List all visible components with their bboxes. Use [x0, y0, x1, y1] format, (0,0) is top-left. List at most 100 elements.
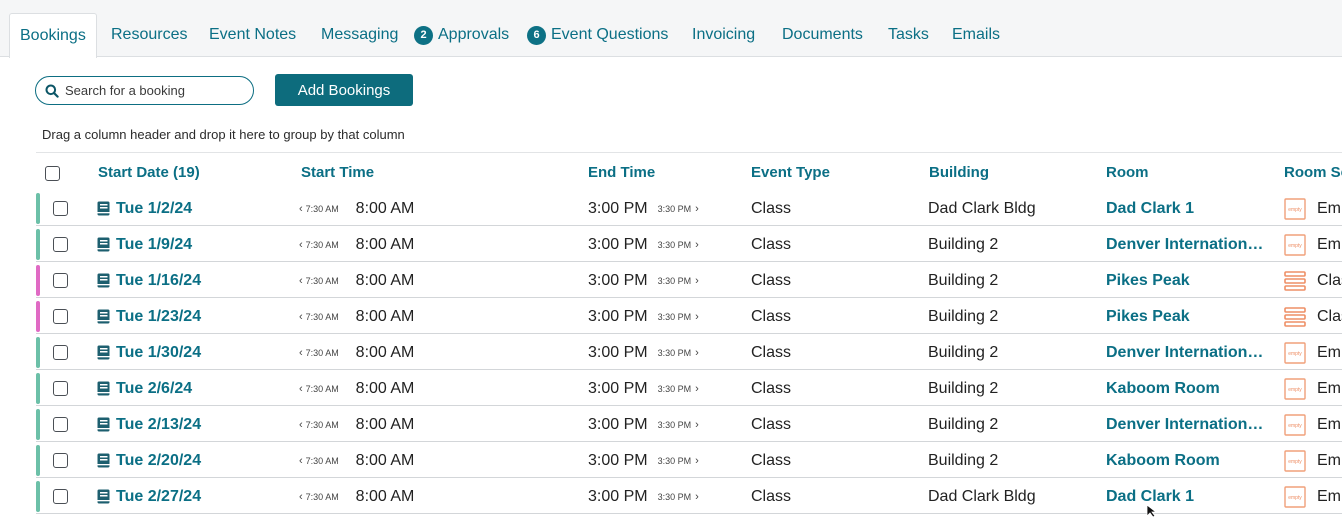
svg-text:empty: empty	[1288, 387, 1302, 393]
booking-date-link[interactable]: Tue 2/20/24	[97, 444, 201, 477]
chevron-left-icon[interactable]: ‹	[299, 203, 303, 215]
column-header-start-time[interactable]: Start Time	[301, 164, 374, 181]
next-end-time[interactable]: 3:30 PM	[658, 276, 692, 286]
previous-start-time[interactable]: 7:30 AM	[306, 420, 351, 430]
chevron-right-icon[interactable]: ›	[695, 203, 699, 215]
table-row[interactable]: Tue 1/2/24 ‹ 7:30 AM 8:00 AM 3:00 PM 3:30 PM ›…	[36, 192, 1342, 226]
room-link[interactable]: Denver Internation…	[1106, 408, 1263, 441]
chevron-right-icon[interactable]: ›	[695, 239, 699, 251]
tab-event-notes[interactable]: Event Notes	[209, 13, 296, 57]
add-bookings-button[interactable]: Add Bookings	[275, 74, 413, 106]
tab-approvals[interactable]: 2 Approvals	[414, 13, 509, 57]
previous-start-time[interactable]: 7:30 AM	[306, 240, 351, 250]
chevron-left-icon[interactable]: ‹	[299, 383, 303, 395]
table-row[interactable]: Tue 1/16/24 ‹ 7:30 AM 8:00 AM 3:00 PM 3:30 PM…	[36, 264, 1342, 298]
room-link[interactable]: Pikes Peak	[1106, 300, 1190, 333]
previous-start-time[interactable]: 7:30 AM	[306, 348, 351, 358]
chevron-left-icon[interactable]: ‹	[299, 239, 303, 251]
row-checkbox[interactable]	[53, 237, 68, 252]
room-link[interactable]: Kaboom Room	[1106, 444, 1220, 477]
room-link[interactable]: Denver Internation…	[1106, 228, 1263, 261]
classroom-setup-icon	[1284, 306, 1306, 327]
previous-start-time[interactable]: 7:30 AM	[306, 276, 351, 286]
next-end-time[interactable]: 3:30 PM	[658, 420, 692, 430]
table-row[interactable]: Tue 2/20/24 ‹ 7:30 AM 8:00 AM 3:00 PM 3:30 PM…	[36, 444, 1342, 478]
room-link[interactable]: Dad Clark 1	[1106, 192, 1194, 225]
chevron-left-icon[interactable]: ‹	[299, 347, 303, 359]
next-end-time[interactable]: 3:30 PM	[658, 384, 692, 394]
chevron-right-icon[interactable]: ›	[695, 455, 699, 467]
select-all-checkbox[interactable]	[45, 166, 60, 181]
table-row[interactable]: Tue 2/6/24 ‹ 7:30 AM 8:00 AM 3:00 PM 3:30 PM ›…	[36, 372, 1342, 406]
chevron-left-icon[interactable]: ‹	[299, 311, 303, 323]
tab-emails[interactable]: Emails	[952, 13, 1000, 57]
booking-date-link[interactable]: Tue 1/9/24	[97, 228, 192, 261]
booking-date-link[interactable]: Tue 2/6/24	[97, 372, 192, 405]
tab-invoicing[interactable]: Invoicing	[692, 13, 755, 57]
booking-date-link[interactable]: Tue 1/30/24	[97, 336, 201, 369]
previous-start-time[interactable]: 7:30 AM	[306, 312, 351, 322]
next-end-time[interactable]: 3:30 PM	[658, 204, 692, 214]
previous-start-time[interactable]: 7:30 AM	[306, 204, 351, 214]
chevron-right-icon[interactable]: ›	[695, 419, 699, 431]
booking-date: Tue 1/23/24	[116, 307, 202, 325]
row-checkbox[interactable]	[53, 417, 68, 432]
group-by-drop-zone[interactable]: Drag a column header and drop it here to…	[42, 127, 405, 142]
start-time: 8:00 AM	[355, 199, 415, 217]
booking-date-link[interactable]: Tue 1/23/24	[97, 300, 201, 333]
booking-date-link[interactable]: Tue 1/2/24	[97, 192, 192, 225]
tab-bookings[interactable]: Bookings	[9, 13, 97, 58]
row-checkbox[interactable]	[53, 201, 68, 216]
tab-messaging[interactable]: Messaging	[321, 13, 398, 57]
chevron-left-icon[interactable]: ‹	[299, 455, 303, 467]
tab-event-questions[interactable]: 6 Event Questions	[527, 13, 668, 57]
tab-tasks[interactable]: Tasks	[888, 13, 929, 57]
tab-label: Resources	[111, 26, 188, 43]
row-checkbox[interactable]	[53, 345, 68, 360]
previous-start-time[interactable]: 7:30 AM	[306, 492, 351, 502]
tab-bar: Bookings Resources Event Notes Messaging…	[0, 0, 1342, 58]
booking-date: Tue 1/2/24	[116, 199, 193, 217]
row-checkbox[interactable]	[53, 309, 68, 324]
chevron-right-icon[interactable]: ›	[695, 491, 699, 503]
booking-date-link[interactable]: Tue 2/13/24	[97, 408, 201, 441]
column-header-end-time[interactable]: End Time	[588, 164, 655, 181]
booking-search-box[interactable]	[35, 76, 254, 105]
chevron-left-icon[interactable]: ‹	[299, 491, 303, 503]
next-end-time[interactable]: 3:30 PM	[658, 348, 692, 358]
next-end-time[interactable]: 3:30 PM	[658, 492, 692, 502]
chevron-right-icon[interactable]: ›	[695, 347, 699, 359]
room-link[interactable]: Denver Internation…	[1106, 336, 1263, 369]
building: Building 2	[928, 271, 999, 289]
column-header-start-date[interactable]: Start Date (19)	[98, 164, 200, 181]
table-row[interactable]: Tue 1/30/24 ‹ 7:30 AM 8:00 AM 3:00 PM 3:30 PM…	[36, 336, 1342, 370]
chevron-right-icon[interactable]: ›	[695, 383, 699, 395]
chevron-right-icon[interactable]: ›	[695, 311, 699, 323]
table-row[interactable]: Tue 1/23/24 ‹ 7:30 AM 8:00 AM 3:00 PM 3:30 PM…	[36, 300, 1342, 334]
booking-date-link[interactable]: Tue 1/16/24	[97, 264, 201, 297]
table-row[interactable]: Tue 2/13/24 ‹ 7:30 AM 8:00 AM 3:00 PM 3:30 PM…	[36, 408, 1342, 442]
row-checkbox[interactable]	[53, 453, 68, 468]
room-link[interactable]: Pikes Peak	[1106, 264, 1190, 297]
chevron-left-icon[interactable]: ‹	[299, 419, 303, 431]
row-checkbox[interactable]	[53, 273, 68, 288]
column-header-event-type[interactable]: Event Type	[751, 164, 830, 181]
room-link[interactable]: Kaboom Room	[1106, 372, 1220, 405]
row-checkbox[interactable]	[53, 489, 68, 504]
previous-start-time[interactable]: 7:30 AM	[306, 384, 351, 394]
chevron-right-icon[interactable]: ›	[695, 275, 699, 287]
previous-start-time[interactable]: 7:30 AM	[306, 456, 351, 466]
next-end-time[interactable]: 3:30 PM	[658, 456, 692, 466]
column-header-room[interactable]: Room	[1106, 164, 1149, 181]
column-header-room-setup[interactable]: Room Se	[1284, 164, 1342, 181]
tab-resources[interactable]: Resources	[111, 13, 187, 57]
row-checkbox[interactable]	[53, 381, 68, 396]
chevron-left-icon[interactable]: ‹	[299, 275, 303, 287]
next-end-time[interactable]: 3:30 PM	[658, 240, 692, 250]
search-input[interactable]	[65, 83, 245, 98]
table-row[interactable]: Tue 1/9/24 ‹ 7:30 AM 8:00 AM 3:00 PM 3:30 PM ›…	[36, 228, 1342, 262]
column-header-building[interactable]: Building	[929, 164, 989, 181]
next-end-time[interactable]: 3:30 PM	[658, 312, 692, 322]
booking-date-link[interactable]: Tue 2/27/24	[97, 480, 201, 513]
tab-documents[interactable]: Documents	[782, 13, 863, 57]
